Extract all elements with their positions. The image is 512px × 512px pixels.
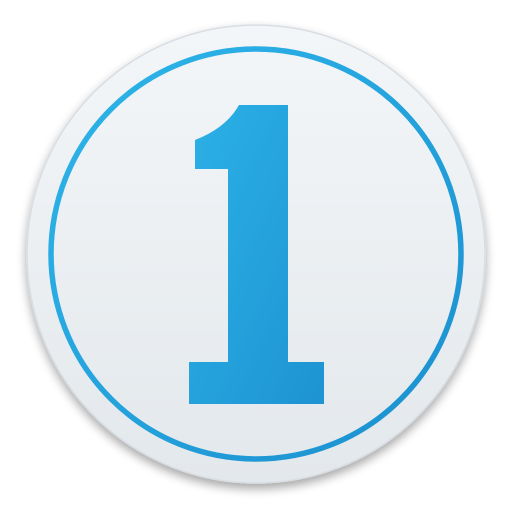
app-icon-graphic: [26, 24, 486, 484]
app-icon: [0, 0, 512, 512]
